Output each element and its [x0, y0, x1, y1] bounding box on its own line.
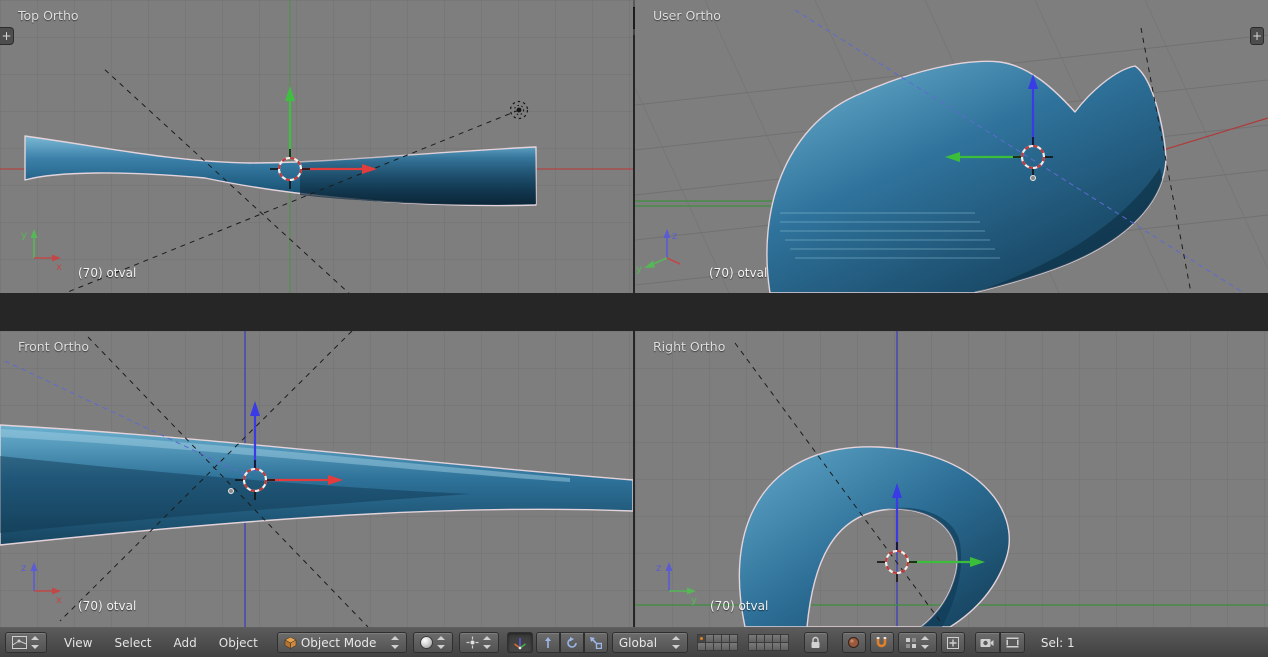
opengl-render-buttons: [975, 632, 1025, 653]
layer-group-2: [749, 635, 796, 651]
viewport-right-ortho[interactable]: z y Right Ortho (70) otval: [635, 331, 1268, 627]
axis-label-z: z: [656, 563, 661, 574]
translate-manipulator-button[interactable]: [536, 632, 560, 653]
render-image-button[interactable]: [975, 632, 1000, 653]
scale-manipulator-button[interactable]: [584, 632, 608, 653]
object-origin-dot: [1031, 176, 1036, 181]
updown-arrows-icon: [437, 636, 446, 649]
menu-view[interactable]: View: [53, 636, 103, 650]
updown-arrows-icon: [921, 636, 930, 649]
pivot-point-select[interactable]: [459, 632, 499, 653]
rotate-arc-icon: [566, 637, 578, 649]
translate-arrow-icon: [542, 637, 554, 649]
orientation-label: Global: [619, 636, 657, 650]
rotate-manipulator-button[interactable]: [560, 632, 584, 653]
axis-label-y: y: [21, 230, 27, 241]
interaction-mode-select[interactable]: Object Mode: [277, 632, 407, 653]
manipulator-mode-buttons: [536, 632, 608, 653]
viewport-shading-select[interactable]: [413, 632, 453, 653]
snap-increment-icon: [905, 637, 917, 649]
magnet-icon: [875, 636, 888, 649]
grid-plus-icon: [947, 637, 959, 649]
updown-arrows-icon: [391, 636, 400, 649]
film-icon: [1006, 637, 1019, 648]
manipulator-toggle-button[interactable]: [507, 632, 533, 653]
object-origin-dot: [229, 489, 234, 494]
selection-count: Sel: 1: [1041, 636, 1075, 650]
manipulator-axes-icon: [513, 636, 527, 650]
object-mode-cube-icon: [284, 636, 297, 649]
render-animation-button[interactable]: [1000, 632, 1025, 653]
menu-add[interactable]: Add: [163, 636, 208, 650]
camera-icon: [980, 637, 994, 648]
axis-label-y: y: [691, 595, 697, 606]
snap-peel-button[interactable]: [941, 632, 965, 653]
viewport-header-bar: View Select Add Object Object Mode: [0, 627, 1268, 657]
layers-widget: [698, 635, 796, 651]
axis-label-x: x: [56, 595, 62, 606]
axis-label-z: z: [672, 231, 677, 242]
axis-label-z: z: [21, 563, 26, 574]
scale-square-icon: [590, 637, 602, 649]
updown-arrows-icon: [31, 636, 40, 649]
viewport-front-ortho[interactable]: z x Front Ortho (70) otval: [0, 331, 633, 627]
scene-lock-button[interactable]: [804, 632, 828, 653]
lock-icon: [810, 636, 821, 649]
pivot-point-icon: [466, 636, 479, 649]
menu-object[interactable]: Object: [208, 636, 269, 650]
axis-label-y: y: [636, 264, 642, 275]
layer-group-1: [698, 635, 745, 651]
proportional-circle-icon: [847, 636, 860, 649]
layer-toggle[interactable]: [780, 642, 789, 651]
orientation-select[interactable]: Global: [612, 632, 688, 653]
viewport-user-ortho[interactable]: z y User Ortho (70) otval +: [635, 0, 1268, 293]
updown-arrows-icon: [672, 636, 681, 649]
region-expand-button[interactable]: +: [1250, 27, 1264, 45]
snap-element-select[interactable]: [898, 632, 937, 653]
3d-view-editor-icon: [12, 636, 27, 649]
proportional-edit-button[interactable]: [842, 632, 866, 653]
updown-arrows-icon: [483, 636, 492, 649]
snap-magnet-button[interactable]: [870, 632, 894, 653]
menu-select[interactable]: Select: [103, 636, 162, 650]
layer-toggle[interactable]: [729, 642, 738, 651]
viewport-top-ortho[interactable]: y x Top Ortho (70) otval +: [0, 0, 633, 293]
editor-type-button[interactable]: [5, 632, 47, 653]
mode-label: Object Mode: [301, 636, 387, 650]
axis-label-x: x: [56, 262, 62, 273]
region-expand-button[interactable]: +: [0, 27, 14, 45]
shading-sphere-icon: [420, 636, 433, 649]
